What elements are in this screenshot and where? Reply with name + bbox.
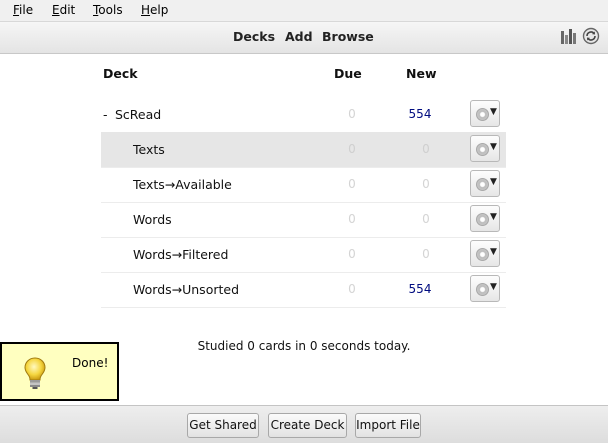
menu-tools[interactable]: Tools — [93, 3, 123, 17]
menu-help[interactable]: Help — [141, 3, 168, 17]
chevron-down-icon: ▼ — [490, 177, 497, 187]
chevron-down-icon: ▼ — [490, 142, 497, 152]
due-count: 0 — [348, 142, 356, 156]
sync-icon[interactable] — [582, 27, 600, 45]
add-link[interactable]: Add — [285, 29, 313, 44]
new-count: 0 — [422, 177, 430, 191]
deck-row-words[interactable]: Words 0 0 ▼ — [101, 202, 506, 238]
deck-name[interactable]: ScRead — [115, 107, 161, 122]
gear-icon — [476, 143, 489, 156]
new-count: 554 — [408, 282, 432, 296]
header-due: Due — [334, 66, 362, 81]
deck-options-button[interactable]: ▼ — [470, 240, 500, 267]
gear-icon — [476, 283, 489, 296]
gear-icon — [476, 248, 489, 261]
due-count: 0 — [348, 212, 356, 226]
done-tooltip[interactable]: Done! — [0, 342, 119, 401]
header-new: New — [406, 66, 437, 81]
get-shared-button[interactable]: Get Shared — [187, 413, 259, 438]
create-deck-button[interactable]: Create Deck — [268, 413, 347, 438]
collapse-toggle[interactable]: - — [103, 107, 108, 122]
deck-name[interactable]: Words — [133, 212, 172, 227]
deck-row-words-filtered[interactable]: Words→Filtered 0 0 ▼ — [101, 237, 506, 273]
chevron-down-icon: ▼ — [490, 247, 497, 257]
deck-options-button[interactable]: ▼ — [470, 205, 500, 232]
due-count: 0 — [348, 247, 356, 261]
bottom-bar: Get Shared Create Deck Import File — [0, 405, 608, 443]
deck-options-button[interactable]: ▼ — [470, 135, 500, 162]
menu-bar: File Edit Tools Help — [0, 0, 608, 22]
tooltip-text: Done! — [72, 356, 109, 370]
gear-icon — [476, 178, 489, 191]
chevron-down-icon: ▼ — [490, 212, 497, 222]
stats-icon[interactable] — [560, 27, 578, 45]
header-deck: Deck — [103, 66, 138, 81]
deck-row-texts-available[interactable]: Texts→Available 0 0 ▼ — [101, 167, 506, 203]
deck-name[interactable]: Texts — [133, 142, 165, 157]
deck-name[interactable]: Words→Filtered — [133, 247, 228, 262]
chevron-down-icon: ▼ — [490, 282, 497, 292]
import-file-button[interactable]: Import File — [355, 413, 421, 438]
deck-row-words-unsorted[interactable]: Words→Unsorted 0 554 ▼ — [101, 272, 506, 308]
new-count: 554 — [408, 107, 432, 121]
deck-options-button[interactable]: ▼ — [470, 100, 500, 127]
chevron-down-icon: ▼ — [490, 107, 497, 117]
deck-options-button[interactable]: ▼ — [470, 275, 500, 302]
deck-row-scread[interactable]: - ScRead 0 554 ▼ — [101, 97, 506, 133]
main-toolbar: Decks Add Browse — [0, 22, 608, 54]
due-count: 0 — [348, 282, 356, 296]
deck-name[interactable]: Texts→Available — [133, 177, 232, 192]
due-count: 0 — [348, 177, 356, 191]
menu-edit[interactable]: Edit — [52, 3, 75, 17]
lightbulb-icon — [24, 357, 46, 389]
deck-row-texts[interactable]: Texts 0 0 ▼ — [101, 132, 506, 168]
menu-file[interactable]: File — [13, 3, 33, 17]
due-count: 0 — [348, 107, 356, 121]
new-count: 0 — [422, 247, 430, 261]
deck-options-button[interactable]: ▼ — [470, 170, 500, 197]
browse-link[interactable]: Browse — [322, 29, 374, 44]
decks-link[interactable]: Decks — [233, 29, 275, 44]
new-count: 0 — [422, 212, 430, 226]
new-count: 0 — [422, 142, 430, 156]
deck-name[interactable]: Words→Unsorted — [133, 282, 239, 297]
gear-icon — [476, 213, 489, 226]
gear-icon — [476, 108, 489, 121]
